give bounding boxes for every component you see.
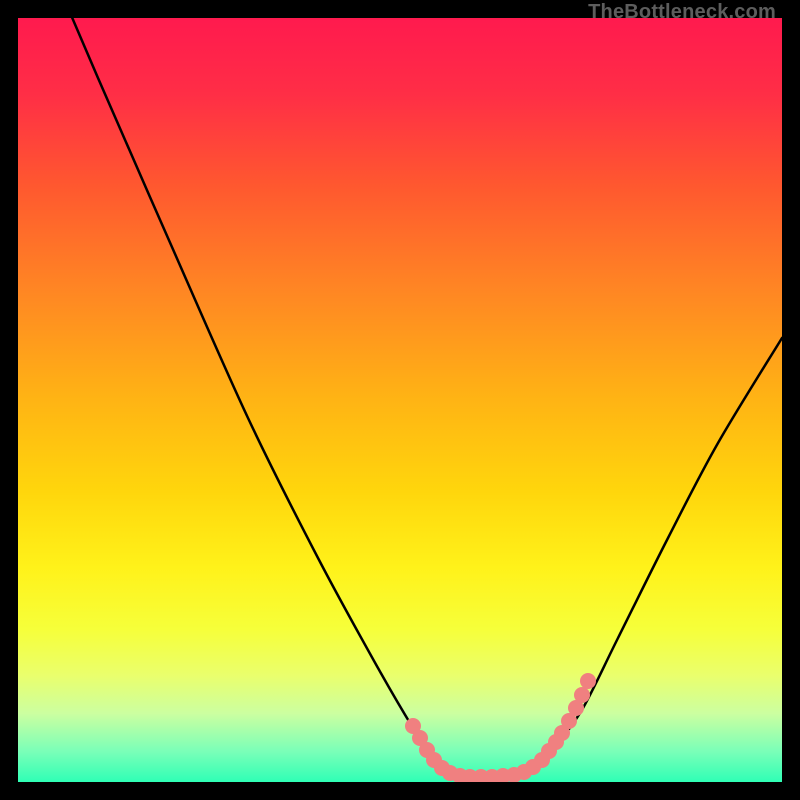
plot-area	[18, 18, 782, 782]
curve-marker	[580, 673, 596, 689]
curve-markers	[405, 673, 596, 782]
chart-svg	[18, 18, 782, 782]
watermark-text: TheBottleneck.com	[588, 1, 776, 24]
curve-marker	[574, 687, 590, 703]
bottleneck-curve	[68, 18, 782, 776]
